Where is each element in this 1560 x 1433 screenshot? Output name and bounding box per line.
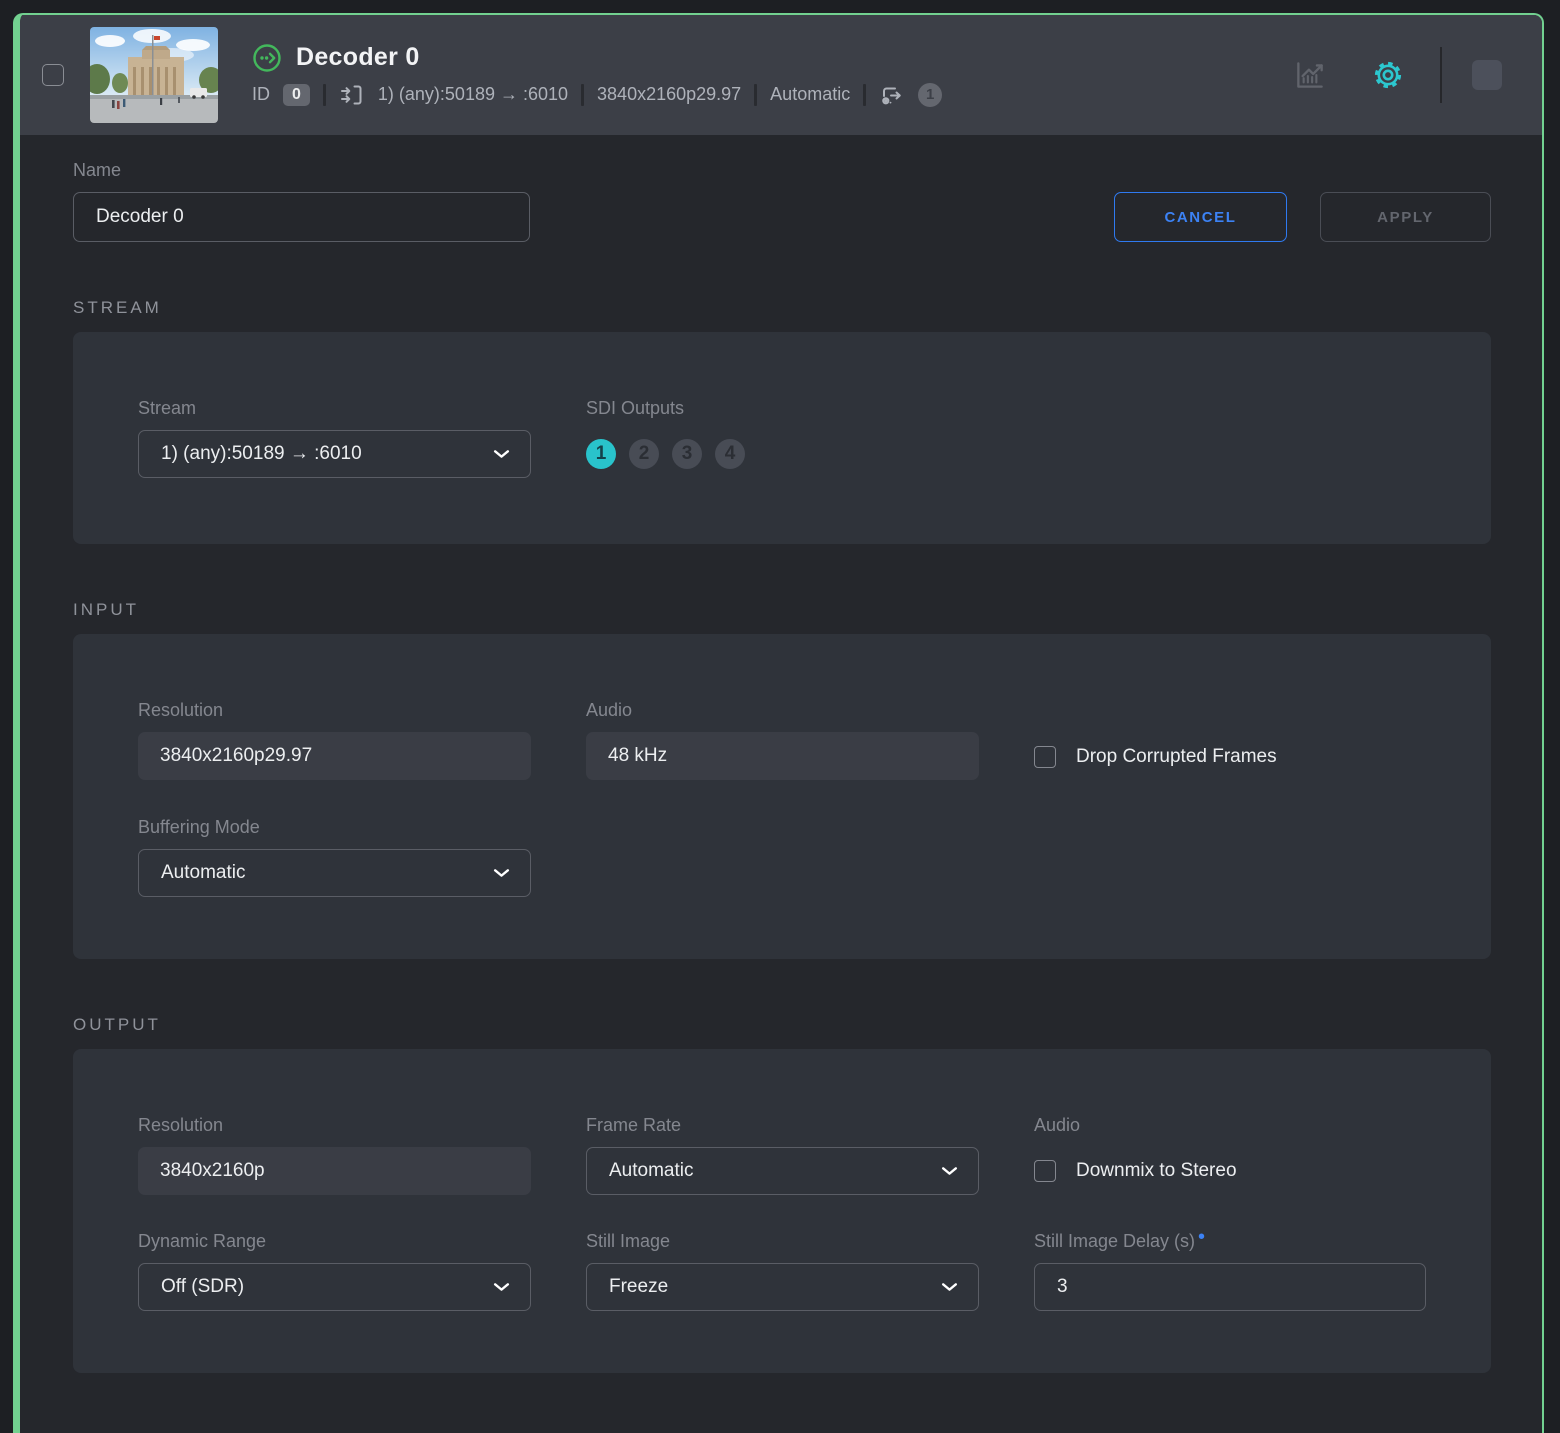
input-resolution-value: 3840x2160p29.97 <box>138 732 531 780</box>
buffering-mode-label: Buffering Mode <box>138 817 260 837</box>
meta-stream: 1) (any):50189 → :6010 <box>377 84 569 104</box>
stop-button[interactable] <box>1472 60 1502 90</box>
input-card: Resolution 3840x2160p29.97 Audio 48 kHz … <box>73 634 1491 959</box>
decoder-status-icon <box>253 43 281 72</box>
stream-input-icon <box>340 85 362 104</box>
input-resolution-label: Resolution <box>138 700 224 720</box>
meta-divider <box>581 83 585 106</box>
input-audio-value: 48 kHz <box>586 732 979 780</box>
frame-rate-label: Frame Rate <box>586 1115 682 1135</box>
cancel-button[interactable]: CANCEL <box>1114 192 1287 242</box>
still-delay-group: Still Image Delay (s) • <box>1034 1226 1426 1311</box>
dynamic-range-label: Dynamic Range <box>138 1231 267 1251</box>
stream-select-group: Stream 1) (any):50189 → :6010 <box>138 398 531 478</box>
sdi-outputs-label: SDI Outputs <box>586 398 685 418</box>
dynamic-range-value: Off (SDR) <box>161 1276 245 1297</box>
buffering-mode-select[interactable]: Automatic <box>138 849 531 897</box>
still-image-label: Still Image <box>586 1231 671 1251</box>
stream-section-title: STREAM <box>73 298 162 317</box>
chevron-down-icon <box>493 868 510 877</box>
modified-indicator-dot: • <box>1198 1226 1206 1248</box>
output-count-badge: 1 <box>918 82 943 107</box>
sdi-output-3[interactable]: 3 <box>672 439 702 469</box>
meta-mode: Automatic <box>770 84 851 104</box>
still-image-select[interactable]: Freeze <box>586 1263 979 1311</box>
page-title: Decoder 0 <box>296 43 420 71</box>
gear-icon <box>1374 61 1402 89</box>
decoder-select-checkbox[interactable] <box>42 64 64 86</box>
meta-divider <box>754 83 758 106</box>
output-resolution-group: Resolution 3840x2160p <box>138 1115 531 1195</box>
meta-resolution: 3840x2160p29.97 <box>597 84 742 104</box>
output-section-title: OUTPUT <box>73 1015 161 1034</box>
sdi-output-1[interactable]: 1 <box>586 439 616 469</box>
input-section-title: INPUT <box>73 600 139 619</box>
name-label: Name <box>73 160 122 180</box>
name-field-group: Name <box>73 160 530 242</box>
chevron-down-icon <box>493 449 510 458</box>
drop-corrupted-label[interactable]: Drop Corrupted Frames <box>1076 746 1277 768</box>
output-card: Resolution 3840x2160p Frame Rate Automat… <box>73 1049 1491 1373</box>
stream-label: Stream <box>138 398 197 418</box>
chart-icon <box>1297 62 1323 88</box>
stream-card: Stream 1) (any):50189 → :6010 SDI Output… <box>73 332 1491 544</box>
still-image-value: Freeze <box>609 1276 669 1297</box>
sdi-outputs-group: SDI Outputs 1 2 3 4 <box>586 398 979 478</box>
frame-rate-value: Automatic <box>609 1160 694 1181</box>
id-label: ID <box>252 84 270 104</box>
stream-select[interactable]: 1) (any):50189 → :6010 <box>138 430 531 478</box>
header-actions <box>1292 47 1516 103</box>
frame-rate-group: Frame Rate Automatic <box>586 1115 979 1195</box>
meta-divider <box>322 83 326 106</box>
output-route-icon <box>882 87 902 104</box>
downmix-stereo-checkbox[interactable] <box>1034 1160 1056 1182</box>
dynamic-range-group: Dynamic Range Off (SDR) <box>138 1231 531 1311</box>
meta-divider <box>863 83 867 106</box>
drop-corrupted-group: Drop Corrupted Frames <box>1034 700 1426 781</box>
sdi-output-2[interactable]: 2 <box>629 439 659 469</box>
buffering-mode-value: Automatic <box>161 862 246 883</box>
statistics-button[interactable] <box>1292 57 1328 93</box>
decoder-form: Name CANCEL APPLY STREAM Stream 1) (any)… <box>20 135 1542 1373</box>
drop-corrupted-checkbox[interactable] <box>1034 746 1056 768</box>
input-audio-label: Audio <box>586 700 633 720</box>
chevron-down-icon <box>941 1282 958 1291</box>
dynamic-range-select[interactable]: Off (SDR) <box>138 1263 531 1311</box>
video-thumbnail[interactable] <box>90 27 218 123</box>
still-delay-input[interactable] <box>1034 1263 1426 1311</box>
form-actions: CANCEL APPLY <box>1114 192 1491 242</box>
input-resolution-group: Resolution 3840x2160p29.97 <box>138 700 531 781</box>
downmix-stereo-label[interactable]: Downmix to Stereo <box>1076 1160 1237 1182</box>
id-badge: 0 <box>283 83 310 106</box>
frame-rate-select[interactable]: Automatic <box>586 1147 979 1195</box>
decoder-meta: ID 0 1) (any):50189 → :6010 3840x2160p29… <box>252 82 943 108</box>
thumbnail-scene <box>90 27 218 123</box>
output-audio-group: Audio Downmix to Stereo <box>1034 1115 1426 1195</box>
decoder-header: Decoder 0 ID 0 1) (any):50189 → :6010 38… <box>20 15 1542 135</box>
still-delay-label: Still Image Delay (s) <box>1034 1231 1196 1251</box>
buffering-mode-group: Buffering Mode Automatic <box>138 817 531 897</box>
header-divider <box>1440 47 1442 103</box>
decoder-settings-panel: Decoder 0 ID 0 1) (any):50189 → :6010 38… <box>13 13 1544 1433</box>
apply-button[interactable]: APPLY <box>1320 192 1491 242</box>
output-resolution-label: Resolution <box>138 1115 224 1135</box>
chevron-down-icon <box>493 1282 510 1291</box>
still-image-group: Still Image Freeze <box>586 1231 979 1311</box>
output-resolution-value: 3840x2160p <box>138 1147 531 1195</box>
sdi-output-4[interactable]: 4 <box>715 439 745 469</box>
stream-select-value: 1) (any):50189 → :6010 <box>161 443 362 464</box>
chevron-down-icon <box>941 1166 958 1175</box>
input-audio-group: Audio 48 kHz <box>586 700 979 781</box>
output-audio-label: Audio <box>1034 1115 1081 1135</box>
name-input[interactable] <box>73 192 530 242</box>
settings-button[interactable] <box>1370 57 1406 93</box>
decoder-title-block: Decoder 0 ID 0 1) (any):50189 → :6010 38… <box>252 43 943 108</box>
